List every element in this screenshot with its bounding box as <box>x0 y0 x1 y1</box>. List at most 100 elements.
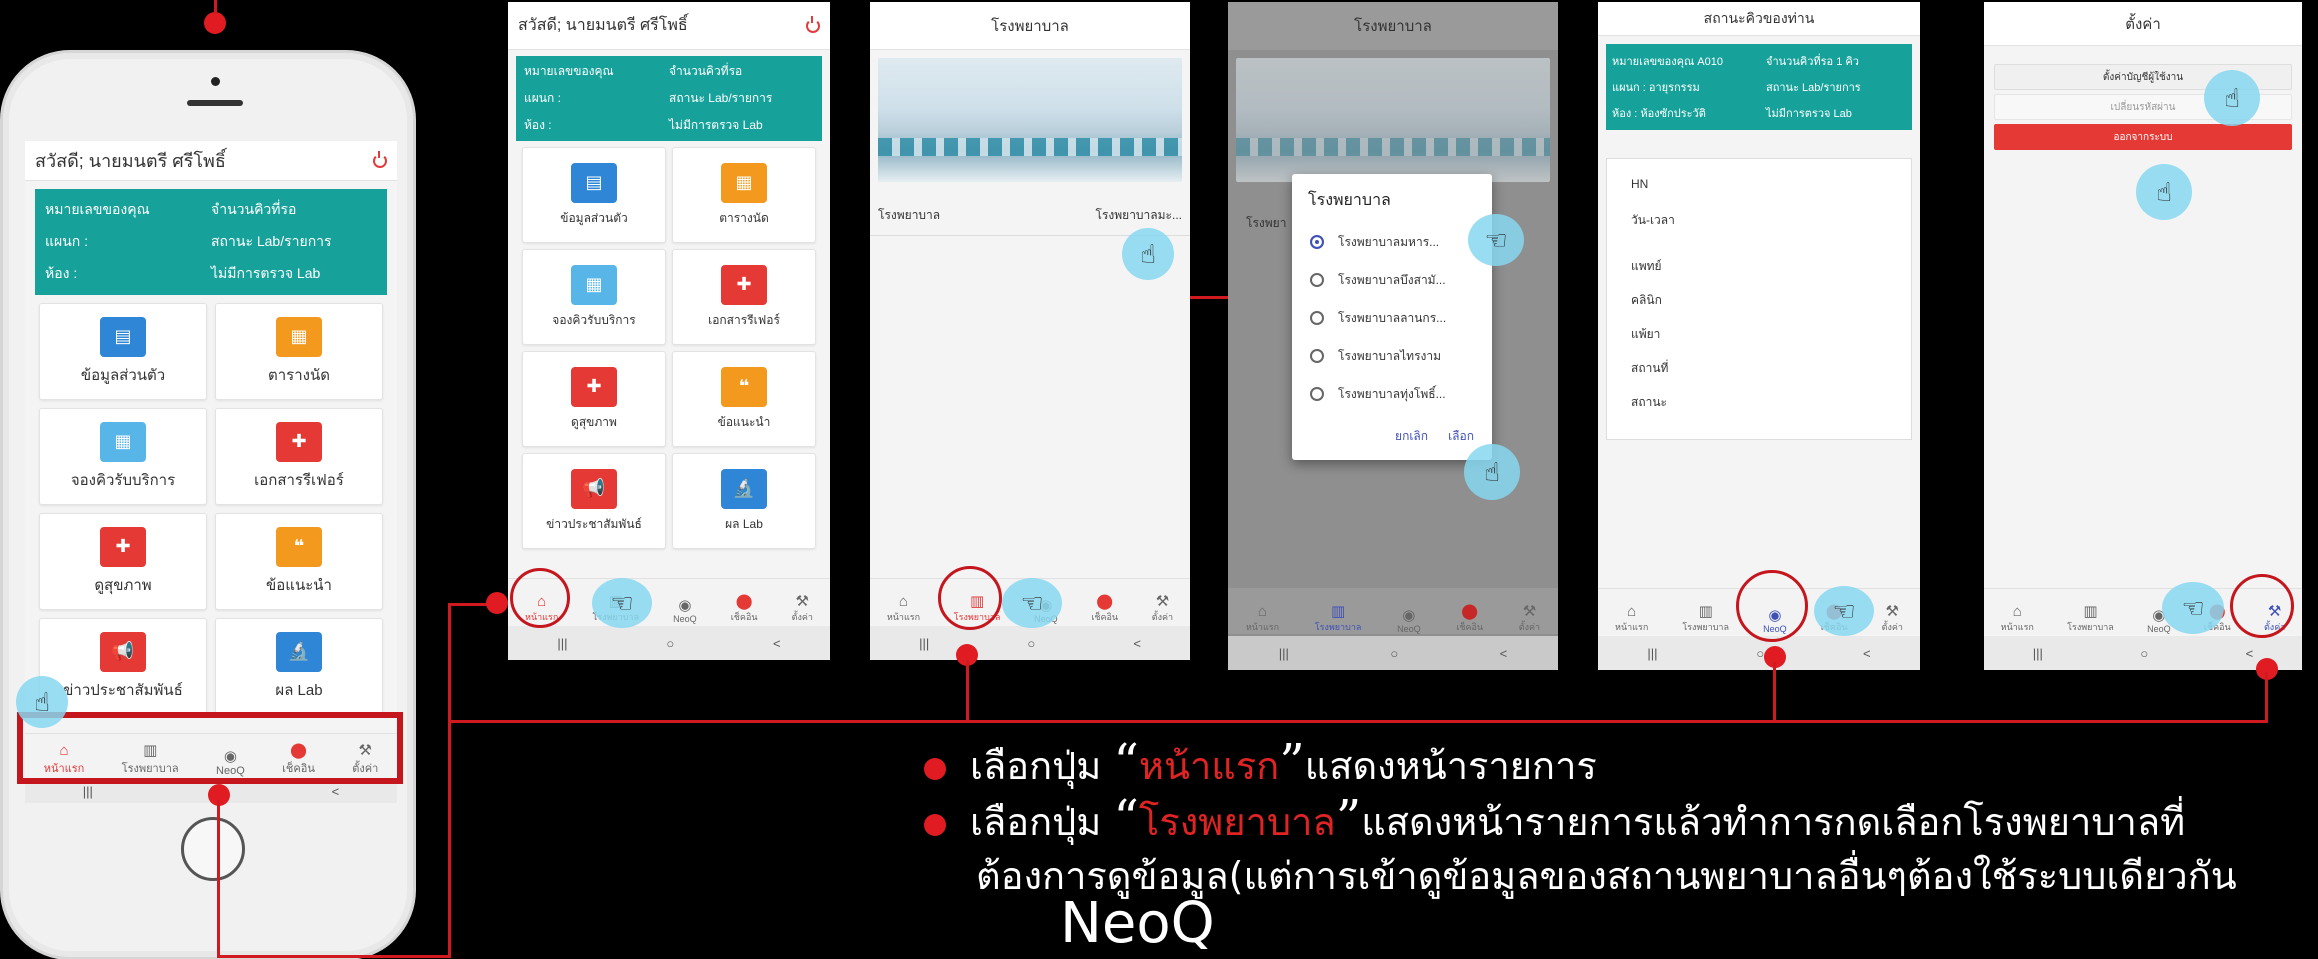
queue-status-screen: สถานะคิวของท่าน หมายเลขของคุณ A010 จำนวน… <box>1598 2 1920 670</box>
tile-label: เอกสารรีเฟอร์ <box>708 312 780 327</box>
tile-profile[interactable]: ▤ ข้อมูลส่วนตัว <box>39 303 207 400</box>
option-label: โรงพยาบาลไทรงาม <box>1338 348 1442 363</box>
nav-settings[interactable]: ⚒ ตั้งค่า <box>1152 594 1173 624</box>
recent-apps-button[interactable]: ||| <box>2033 646 2043 661</box>
nav-home[interactable]: ⌂ หน้าแรก <box>1246 604 1279 634</box>
megaphone-icon: 📢 <box>571 468 617 509</box>
tile-schedule[interactable]: ▦ ตารางนัด <box>672 147 816 243</box>
tile-health[interactable]: ✚ ดูสุขภาพ <box>522 351 666 447</box>
power-icon[interactable] <box>373 150 387 168</box>
ambulance-icon: ✚ <box>721 264 767 305</box>
tile-label: ดูสุขภาพ <box>94 576 152 594</box>
tile-label: ข่าวประชาสัมพันธ์ <box>63 681 183 699</box>
logout-button[interactable]: ออกจากระบบ <box>1994 124 2292 150</box>
hospital-option[interactable]: โรงพยาบาลไทรงาม <box>1292 337 1492 375</box>
profile-card-icon: ▤ <box>571 162 617 203</box>
back-button[interactable]: < <box>1863 646 1871 661</box>
cancel-button[interactable]: ยกเลิก <box>1395 427 1428 446</box>
hospital-option[interactable]: โรงพยาบาลบึงสามั... <box>1292 261 1492 299</box>
caption-line-1: เลือกปุ่ม “หน้าแรก”แสดงหน้ารายการ <box>924 737 1597 790</box>
back-button[interactable]: < <box>332 784 340 799</box>
tile-label: ข้อแนะนำ <box>266 576 332 594</box>
nav-label: เช็คอิน <box>1456 622 1484 632</box>
hospital-option[interactable]: โรงพยาบาลลานกร... <box>1292 299 1492 337</box>
nav-neoq[interactable]: ◉NeoQ <box>673 598 697 625</box>
select-button[interactable]: เลือก <box>1448 427 1474 446</box>
tile-advice[interactable]: ❝ ข้อแนะนำ <box>672 351 816 447</box>
nav-settings[interactable]: ⚒ ตั้งค่า <box>792 594 813 624</box>
recent-apps-button[interactable]: ||| <box>1647 646 1657 661</box>
home-button[interactable]: ○ <box>666 636 674 651</box>
tile-profile[interactable]: ▤ ข้อมูลส่วนตัว <box>522 147 666 243</box>
tile-label: เอกสารรีเฟอร์ <box>254 471 344 489</box>
recent-apps-button[interactable]: ||| <box>919 636 929 651</box>
nav-label: ตั้งค่า <box>1518 622 1541 632</box>
back-button[interactable]: < <box>773 636 781 651</box>
nav-hospital[interactable]: ▥ โรงพยาบาล <box>1682 604 1729 634</box>
tile-schedule[interactable]: ▦ ตารางนัด <box>215 303 383 400</box>
phone-speaker <box>187 100 243 106</box>
info-label: หมายเลขของคุณ A010 <box>1612 56 1723 68</box>
home-button[interactable]: ○ <box>1756 646 1764 661</box>
home-button[interactable]: ○ <box>2140 646 2148 661</box>
home-button[interactable]: ○ <box>1027 636 1035 651</box>
tile-news[interactable]: 📢 ข่าวประชาสัมพันธ์ <box>522 453 666 549</box>
recent-apps-button[interactable]: ||| <box>557 636 567 651</box>
connector-line <box>217 955 450 958</box>
tile-lab[interactable]: 🔬 ผล Lab <box>215 618 383 715</box>
phone-home-button[interactable] <box>181 817 245 881</box>
field-datetime: วัน-เวลา <box>1631 213 1675 227</box>
greeting: สวัสดี; นายมนตรี ศรีโพธิ์ <box>35 151 226 171</box>
connector-line <box>448 603 490 606</box>
nav-settings[interactable]: ⚒ ตั้งค่า <box>1882 604 1903 634</box>
nav-checkin[interactable]: ⬤ เช็คอิน <box>1456 604 1483 634</box>
tile-health[interactable]: ✚ ดูสุขภาพ <box>39 513 207 610</box>
nav-label: หน้าแรก <box>886 612 921 622</box>
nav-hospital[interactable]: ▥ โรงพยาบาล <box>2067 604 2114 634</box>
back-button[interactable]: < <box>1500 646 1508 661</box>
chat-bubbles-icon: ❝ <box>276 526 322 567</box>
connector-dot-top <box>204 12 226 34</box>
field-doctor: แพทย์ <box>1631 259 1662 273</box>
nav-hospital-highlight <box>938 566 1002 630</box>
back-button[interactable]: < <box>1133 636 1141 651</box>
hospital-option[interactable]: โรงพยาบาลมหาร... <box>1292 223 1492 261</box>
tile-refer[interactable]: ✚ เอกสารรีเฟอร์ <box>672 249 816 345</box>
nav-home[interactable]: ⌂ หน้าแรก <box>887 594 920 624</box>
back-button[interactable]: < <box>2246 646 2254 661</box>
tile-lab[interactable]: 🔬 ผล Lab <box>672 453 816 549</box>
home-icon: ⌂ <box>2012 603 2022 620</box>
home-button[interactable]: ○ <box>1390 646 1398 661</box>
hospital-picker-dialog: โรงพยาบาล โรงพยาบาลมหาร... โรงพยาบาลบึงส… <box>1292 174 1492 460</box>
nav-checkin[interactable]: ⬤ เช็คอิน <box>731 594 758 624</box>
recent-apps-button[interactable]: ||| <box>1279 646 1289 661</box>
info-label: ห้อง : ห้องซักประวัติ <box>1612 108 1706 120</box>
power-icon[interactable] <box>806 15 820 33</box>
nav-hospital[interactable]: ▥ โรงพยาบาล <box>1315 604 1362 634</box>
field-value: โรงพยาบาลมะ... <box>1095 208 1183 222</box>
tile-advice[interactable]: ❝ ข้อแนะนำ <box>215 513 383 610</box>
location-pin-icon: ⬤ <box>735 593 753 610</box>
nav-settings[interactable]: ⚒ ตั้งค่า <box>1519 604 1540 634</box>
tile-refer[interactable]: ✚ เอกสารรีเฟอร์ <box>215 408 383 505</box>
greeting: สวัสดี; นายมนตรี ศรีโพธิ์ <box>518 17 688 34</box>
caption-text: แสดงหน้ารายการแล้วทำการกดเลือกโรงพยาบาลท… <box>1361 800 2186 844</box>
hospital-option[interactable]: โรงพยาบาลทุ่งโพธิ์... <box>1292 375 1492 413</box>
info-label: ห้อง : <box>524 118 552 132</box>
microscope-icon: 🔬 <box>721 468 767 509</box>
info-value: ไม่มีการตรวจ Lab <box>669 118 763 132</box>
tile-booking[interactable]: ▦ จองคิวรับบริการ <box>522 249 666 345</box>
hospital-screen: โรงพยาบาล โรงพยาบาล โรงพยาบาลมะ... ⌂ หน้า… <box>870 2 1190 660</box>
home-icon: ⌂ <box>1257 603 1267 620</box>
nav-checkin[interactable]: ⬤ เช็คอิน <box>1091 594 1118 624</box>
tile-booking[interactable]: ▦ จองคิวรับบริการ <box>39 408 207 505</box>
nav-home[interactable]: ⌂ หน้าแรก <box>2001 604 2034 634</box>
dialog-title: โรงพยาบาล <box>1308 192 1391 209</box>
connector-line <box>217 800 220 958</box>
nav-settings-highlight <box>2230 574 2294 638</box>
nav-home[interactable]: ⌂ หน้าแรก <box>1615 604 1648 634</box>
recent-apps-button[interactable]: ||| <box>83 784 93 799</box>
nav-label: เช็คอิน <box>730 612 758 622</box>
option-label: โรงพยาบาลบึงสามั... <box>1338 272 1446 287</box>
nav-neoq[interactable]: ◉NeoQ <box>1397 608 1421 635</box>
